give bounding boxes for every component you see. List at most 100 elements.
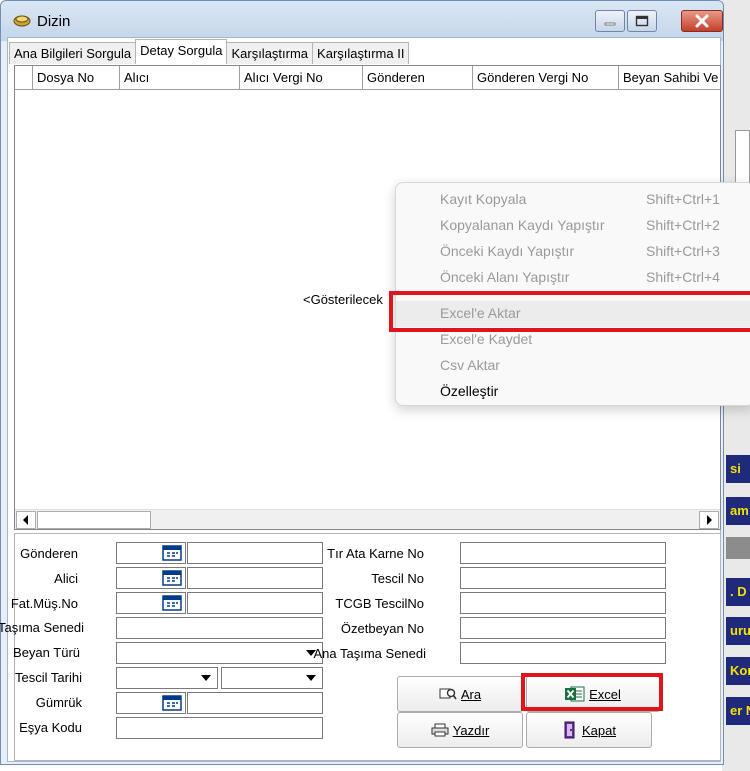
gonderen-code-input[interactable] xyxy=(116,542,186,564)
tescil-no-label: Tescil No xyxy=(371,571,424,586)
horizontal-scrollbar[interactable] xyxy=(15,509,720,529)
background-label: . D xyxy=(726,578,750,606)
kapat-button-label: Kapat xyxy=(582,722,616,738)
background-label: er N xyxy=(726,697,750,725)
tab-ana-bilgileri-sorgula[interactable]: Ana Bilgileri Sorgula xyxy=(9,42,137,64)
lookup-icon[interactable] xyxy=(162,595,182,611)
scroll-left-button[interactable] xyxy=(16,511,36,529)
column-header[interactable]: Alıcı Vergi No xyxy=(240,66,363,89)
tescil-tarihi-end-select[interactable] xyxy=(221,667,323,689)
yazdir-button-label: Yazdır xyxy=(452,722,490,738)
row-indicator-header xyxy=(15,66,33,89)
ara-button[interactable]: Ara xyxy=(397,676,523,712)
menu-item-onceki-alani-yapistir[interactable]: Önceki Alanı Yapıştır Shift+Ctrl+4 xyxy=(396,265,750,291)
menu-item-label: Önceki Alanı Yapıştır xyxy=(440,269,570,285)
close-button[interactable] xyxy=(681,10,723,32)
chevron-down-icon xyxy=(201,675,211,681)
background-bar xyxy=(726,537,750,559)
scroll-right-button[interactable] xyxy=(699,511,719,529)
tir-ata-karne-no-input[interactable] xyxy=(460,542,666,564)
menu-item-label: Özelleştir xyxy=(440,383,499,399)
esya-kodu-label: Eşya Kodu xyxy=(19,720,82,735)
minimize-button[interactable] xyxy=(595,10,625,32)
beyan-turu-select[interactable] xyxy=(116,642,323,664)
tir-ata-karne-no-label: Tır Ata Karne No xyxy=(327,546,424,561)
ara-button-label: Ara xyxy=(460,686,482,702)
menu-item-shortcut: Shift+Ctrl+2 xyxy=(646,217,720,233)
grid-header: Dosya No Alıcı Alıcı Vergi No Gönderen G… xyxy=(15,66,720,90)
chevron-down-icon xyxy=(306,675,316,681)
gumruk-code-input[interactable] xyxy=(116,692,186,714)
tab-detay-sorgula[interactable]: Detay Sorgula xyxy=(135,39,228,64)
fat-mus-no-label: Fat.Müş.No xyxy=(10,596,78,611)
tab-strip: Ana Bilgileri Sorgula Detay Sorgula Karş… xyxy=(9,39,410,64)
ana-tasima-senedi-input[interactable] xyxy=(460,642,666,664)
tasima-senedi-input[interactable] xyxy=(116,617,323,639)
tescil-tarihi-start-select[interactable] xyxy=(116,667,218,689)
lookup-icon[interactable] xyxy=(162,545,182,561)
column-header[interactable]: Gönderen Vergi No xyxy=(473,66,619,89)
menu-item-csv-aktar[interactable]: Csv Aktar xyxy=(396,353,750,379)
alici-code-input[interactable] xyxy=(116,567,186,589)
column-header[interactable]: Gönderen xyxy=(363,66,473,89)
arrow-left-icon xyxy=(23,515,28,525)
tescil-no-input[interactable] xyxy=(460,567,666,589)
fat-mus-no-name-input[interactable] xyxy=(187,592,323,614)
title-bar[interactable]: Dizin xyxy=(1,1,723,41)
beyan-turu-label: Beyan Türü xyxy=(13,645,80,660)
ozetbeyan-no-label: Özetbeyan No xyxy=(340,621,424,636)
gumruk-name-input[interactable] xyxy=(187,692,323,714)
menu-item-label: Csv Aktar xyxy=(440,357,500,373)
tcgb-tescil-no-input[interactable] xyxy=(460,592,666,614)
menu-item-ozellestir[interactable]: Özelleştir xyxy=(396,379,750,405)
excele-aktar-highlight xyxy=(389,291,750,332)
background-label: am xyxy=(726,497,750,525)
column-header[interactable]: Dosya No xyxy=(33,66,120,89)
ozetbeyan-no-input[interactable] xyxy=(460,617,666,639)
tab-karsilastirma[interactable]: Karşılaştırma xyxy=(226,42,314,64)
app-icon xyxy=(13,15,31,27)
arrow-right-icon xyxy=(707,515,712,525)
close-icon xyxy=(695,14,709,28)
scroll-thumb[interactable] xyxy=(37,511,151,529)
alici-name-input[interactable] xyxy=(187,567,323,589)
window-title: Dizin xyxy=(37,13,71,30)
kapat-button[interactable]: Kapat xyxy=(526,712,652,748)
minimize-icon xyxy=(604,22,616,26)
exit-door-icon xyxy=(564,721,575,739)
ana-tasima-senedi-label: Ana Taşıma Senedi xyxy=(313,646,427,661)
tab-karsilastirma-ii[interactable]: Karşılaştırma II xyxy=(312,42,410,64)
menu-item-shortcut: Shift+Ctrl+1 xyxy=(646,191,720,207)
background-label: uru xyxy=(726,617,750,645)
background-label: Kor xyxy=(726,657,750,685)
esya-kodu-input[interactable] xyxy=(116,717,323,739)
menu-item-kopyalanan-kaydi-yapistir[interactable]: Kopyalanan Kaydı Yapıştır Shift+Ctrl+2 xyxy=(396,213,750,239)
lookup-icon[interactable] xyxy=(162,570,182,586)
menu-item-shortcut: Shift+Ctrl+4 xyxy=(646,269,720,285)
grid-empty-message: <Gösterilecek xyxy=(303,292,383,307)
gumruk-label: Gümrük xyxy=(35,695,82,710)
menu-item-kayit-kopyala[interactable]: Kayıt Kopyala Shift+Ctrl+1 xyxy=(396,187,750,213)
search-icon xyxy=(439,688,457,700)
column-header[interactable]: Beyan Sahibi Ve xyxy=(619,66,720,89)
tasima-senedi-label: Taşıma Senedi xyxy=(0,620,84,635)
gonderen-name-input[interactable] xyxy=(187,542,323,564)
menu-item-label: Excel'e Kaydet xyxy=(440,331,533,347)
lookup-icon[interactable] xyxy=(162,695,182,711)
gonderen-label: Gönderen xyxy=(20,546,78,561)
yazdir-button[interactable]: Yazdır xyxy=(397,712,523,748)
tescil-tarihi-label: Tescil Tarihi xyxy=(15,670,82,685)
background-label: si xyxy=(726,455,750,483)
maximize-icon xyxy=(635,15,649,27)
fat-mus-no-code-input[interactable] xyxy=(116,592,186,614)
maximize-button[interactable] xyxy=(627,10,657,32)
menu-item-onceki-kaydi-yapistir[interactable]: Önceki Kaydı Yapıştır Shift+Ctrl+3 xyxy=(396,239,750,265)
menu-item-shortcut: Shift+Ctrl+3 xyxy=(646,243,720,259)
column-header[interactable]: Alıcı xyxy=(120,66,240,89)
tcgb-tescil-no-label: TCGB TescilNo xyxy=(335,596,424,611)
menu-item-label: Önceki Kaydı Yapıştır xyxy=(440,243,575,259)
alici-label: Alici xyxy=(54,571,78,586)
excel-button-highlight xyxy=(521,673,663,711)
menu-item-label: Kopyalanan Kaydı Yapıştır xyxy=(440,217,605,233)
printer-icon xyxy=(431,723,449,737)
